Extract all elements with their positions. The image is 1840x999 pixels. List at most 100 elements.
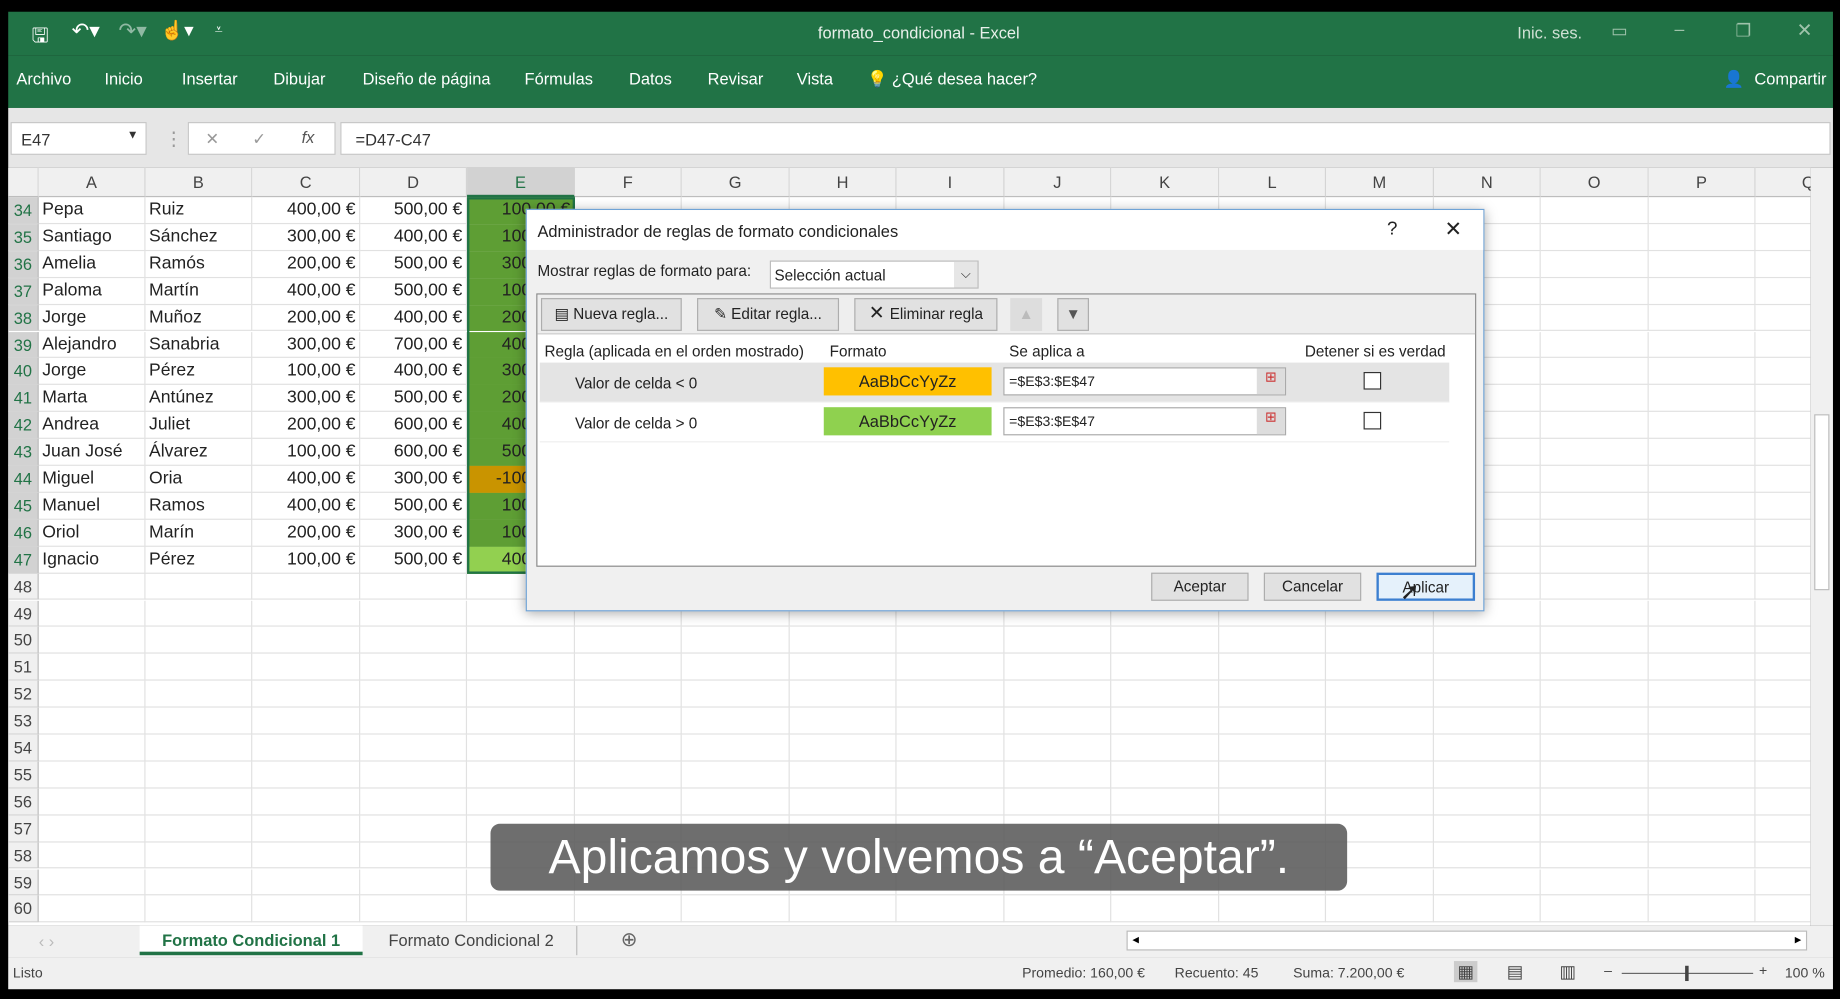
tab-datos[interactable]: Datos <box>629 69 672 88</box>
cell[interactable]: 500,00 € <box>360 546 468 574</box>
cell[interactable] <box>896 761 1005 789</box>
cell[interactable]: Muñoz <box>145 304 253 332</box>
cell[interactable]: Jorge <box>38 358 146 386</box>
cell[interactable]: 500,00 € <box>360 277 468 305</box>
help-icon[interactable]: ? <box>1387 219 1397 240</box>
cell[interactable] <box>896 895 1005 923</box>
row-header[interactable]: 53 <box>8 707 39 735</box>
ribbon-display-icon[interactable]: ▭ <box>1611 20 1628 41</box>
cell[interactable] <box>1755 869 1811 896</box>
cell[interactable] <box>1648 412 1756 439</box>
tab-revisar[interactable]: Revisar <box>708 69 764 88</box>
tab-inicio[interactable]: Inicio <box>104 69 142 88</box>
cell[interactable] <box>1755 546 1811 574</box>
zoom-level[interactable]: 100 % <box>1785 965 1825 981</box>
cell[interactable] <box>1004 707 1112 735</box>
cell[interactable] <box>1540 707 1649 735</box>
cell[interactable]: Pepa <box>38 197 146 225</box>
cell[interactable] <box>1648 868 1756 896</box>
column-header-C[interactable]: C <box>252 167 361 198</box>
cell[interactable]: Álvarez <box>145 438 253 466</box>
cell[interactable]: 100,00 € <box>252 358 361 386</box>
cell[interactable] <box>467 653 576 681</box>
column-header-H[interactable]: H <box>789 167 897 198</box>
cell[interactable] <box>1648 492 1756 520</box>
touch-mode-icon[interactable]: ☝▾ <box>161 19 194 42</box>
cell[interactable]: Ruiz <box>145 197 253 225</box>
cell[interactable]: 600,00 € <box>360 412 468 439</box>
cell[interactable] <box>1755 600 1811 628</box>
close-icon[interactable]: ✕ <box>1797 19 1813 42</box>
cell[interactable]: Pérez <box>145 358 253 386</box>
cell[interactable] <box>1755 305 1811 332</box>
cell[interactable]: Andrea <box>38 412 146 439</box>
cell[interactable] <box>1004 653 1112 681</box>
zoom-out-icon[interactable]: – <box>1604 962 1612 978</box>
cell[interactable] <box>38 815 146 843</box>
cell[interactable] <box>1540 250 1649 278</box>
cell[interactable] <box>1540 653 1649 681</box>
row-header[interactable]: 45 <box>8 492 39 520</box>
cell[interactable] <box>1004 895 1112 923</box>
cell[interactable] <box>360 707 468 735</box>
cell[interactable] <box>1004 788 1112 816</box>
cell[interactable] <box>38 653 146 681</box>
cell[interactable] <box>1755 896 1811 923</box>
cell[interactable] <box>1755 788 1811 816</box>
cell[interactable]: Pérez <box>145 546 253 574</box>
cell[interactable] <box>38 627 146 654</box>
cell[interactable] <box>1648 546 1756 574</box>
name-box[interactable]: E47 ▼ <box>10 122 147 155</box>
cell[interactable] <box>681 707 790 735</box>
row-header[interactable]: 57 <box>8 815 39 843</box>
cell[interactable] <box>252 653 361 681</box>
apply-button[interactable]: Aplicar <box>1376 572 1476 601</box>
cell[interactable] <box>1219 761 1327 789</box>
cell[interactable] <box>1755 224 1811 251</box>
cell[interactable] <box>1648 224 1756 251</box>
sheet-tab-2[interactable]: Formato Condicional 2 <box>366 925 578 956</box>
share-button[interactable]: Compartir <box>1754 69 1826 88</box>
normal-view-icon[interactable]: ▦ <box>1453 961 1478 983</box>
cell[interactable] <box>1004 734 1112 762</box>
cell[interactable] <box>145 680 253 708</box>
cell[interactable] <box>252 815 361 843</box>
cell[interactable] <box>360 734 468 762</box>
cell[interactable] <box>681 734 790 762</box>
cell[interactable] <box>575 627 682 654</box>
row-header[interactable]: 37 <box>8 277 39 305</box>
column-header-M[interactable]: M <box>1326 167 1434 198</box>
scroll-thumb[interactable] <box>1814 414 1830 591</box>
cell[interactable] <box>1755 439 1811 466</box>
row-header[interactable]: 36 <box>8 250 39 278</box>
cell[interactable] <box>1540 197 1649 225</box>
row-header[interactable]: 44 <box>8 465 39 493</box>
cell[interactable] <box>1755 761 1811 789</box>
cell[interactable] <box>467 707 576 735</box>
cell[interactable] <box>145 842 253 869</box>
row-header[interactable]: 50 <box>8 627 39 654</box>
range-picker-icon[interactable]: ⊞ <box>1256 368 1285 395</box>
cell[interactable] <box>252 761 361 789</box>
check-icon[interactable]: ✓ <box>252 129 266 149</box>
cell[interactable]: 200,00 € <box>252 250 361 278</box>
cell[interactable] <box>681 680 790 708</box>
cell[interactable] <box>1755 197 1811 225</box>
cell[interactable] <box>1648 600 1756 628</box>
column-header-Q[interactable]: Q <box>1755 167 1811 198</box>
cell[interactable] <box>1648 519 1756 547</box>
cell[interactable] <box>1004 680 1112 708</box>
tab-dibujar[interactable]: Dibujar <box>273 69 325 88</box>
column-header-J[interactable]: J <box>1004 167 1112 198</box>
cell[interactable] <box>681 788 790 816</box>
cell[interactable]: 200,00 € <box>252 519 361 547</box>
row-header[interactable]: 46 <box>8 519 39 547</box>
cell[interactable] <box>1111 707 1220 735</box>
page-layout-icon[interactable]: ▤ <box>1507 961 1524 982</box>
cell[interactable] <box>1433 734 1541 762</box>
cell[interactable]: Amelia <box>38 250 146 278</box>
cell[interactable] <box>1540 385 1649 413</box>
cell[interactable]: 500,00 € <box>360 197 468 225</box>
cell[interactable] <box>360 627 468 654</box>
ok-button[interactable]: Aceptar <box>1151 572 1249 601</box>
